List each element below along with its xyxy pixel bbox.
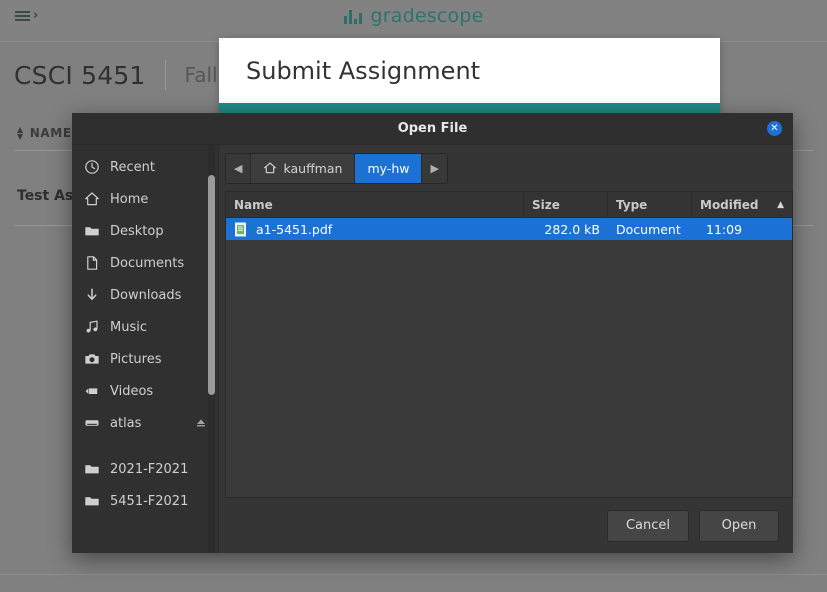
- sidebar-item-label: Music: [110, 319, 147, 335]
- screen: › gradescope CSCI 5451 Fall 202 ▲▼ NAME …: [0, 0, 827, 592]
- breadcrumb-label: my-hw: [367, 160, 410, 176]
- music-note-icon: [84, 319, 100, 335]
- header-divider: [164, 60, 166, 90]
- column-label: Type: [616, 197, 648, 212]
- table-row[interactable]: a1-5451.pdf 282.0 kB Document 11:09: [226, 218, 792, 240]
- camera-icon: [84, 351, 100, 367]
- breadcrumb-my-hw[interactable]: my-hw: [355, 153, 423, 183]
- file-name-cell: a1-5451.pdf: [226, 222, 524, 237]
- document-icon: [84, 255, 100, 271]
- triangle-right-icon[interactable]: ▶: [422, 153, 447, 183]
- sidebar-item-label: Desktop: [110, 223, 164, 239]
- sidebar-item-label: 5451-F2021: [110, 493, 189, 509]
- sidebar-item-5451-f2021[interactable]: 5451-F2021: [72, 485, 218, 517]
- file-list-rows: a1-5451.pdf 282.0 kB Document 11:09: [226, 218, 792, 497]
- dialog-action-bar: Cancel Open: [219, 498, 793, 553]
- sidebar-item-label: atlas: [110, 415, 142, 431]
- page-bottom-rule: [0, 574, 827, 575]
- folder-icon: [84, 493, 100, 509]
- download-arrow-icon: [84, 287, 100, 303]
- open-button[interactable]: Open: [699, 509, 779, 542]
- pathbar: ◀ kauffman my-hw ▶: [225, 152, 448, 184]
- drive-icon: [84, 415, 100, 431]
- sidebar-item-downloads[interactable]: Downloads: [72, 279, 218, 311]
- sidebar-item-label: Downloads: [110, 287, 182, 303]
- assignment-row-label[interactable]: Test As: [17, 188, 73, 204]
- sidebar-item-label: Videos: [110, 383, 154, 399]
- assignments-column-header[interactable]: ▲ ▼ NAME: [17, 124, 72, 141]
- home-icon: [263, 161, 277, 175]
- close-circle-icon[interactable]: ✕: [767, 121, 782, 136]
- sort-updown-icon: ▲ ▼: [17, 124, 24, 141]
- pathbar-container: ◀ kauffman my-hw ▶: [219, 145, 793, 191]
- modal-title: Submit Assignment: [246, 56, 481, 85]
- breadcrumb-label: kauffman: [283, 160, 343, 176]
- course-code: CSCI 5451: [14, 60, 146, 90]
- triangle-left-icon[interactable]: ◀: [226, 153, 252, 183]
- column-label: Size: [532, 197, 560, 212]
- open-file-dialog: Open File ✕ Recent Home Desktop Document…: [72, 113, 793, 553]
- places-sidebar: Recent Home Desktop Documents Downloads …: [72, 145, 218, 553]
- sidebar-item-pictures[interactable]: Pictures: [72, 343, 218, 375]
- sidebar-scrollbar-thumb[interactable]: [208, 175, 215, 395]
- dialog-title: Open File: [397, 121, 468, 136]
- brand-name: gradescope: [370, 5, 484, 27]
- video-camera-icon: [84, 383, 100, 399]
- folder-icon: [84, 461, 100, 477]
- sidebar-item-videos[interactable]: Videos: [72, 375, 218, 407]
- bar-chart-logo-icon: [343, 8, 362, 24]
- sidebar-item-label: Recent: [110, 159, 155, 175]
- sidebar-item-music[interactable]: Music: [72, 311, 218, 343]
- sidebar-item-label: Pictures: [110, 351, 162, 367]
- sidebar-item-label: Home: [110, 191, 149, 207]
- home-icon: [84, 191, 100, 207]
- sidebar-item-label: Documents: [110, 255, 185, 271]
- sidebar-item-recent[interactable]: Recent: [72, 151, 218, 183]
- file-name-label: a1-5451.pdf: [256, 221, 333, 237]
- dialog-main-pane: ◀ kauffman my-hw ▶ Name Size Type Modifi…: [218, 145, 793, 553]
- column-header-type[interactable]: Type: [608, 192, 692, 217]
- cancel-button[interactable]: Cancel: [606, 509, 689, 542]
- column-header-name: NAME: [29, 126, 72, 140]
- file-list: Name Size Type Modified ▲ a1-5451.pdf 28…: [225, 191, 793, 498]
- column-label: Modified: [700, 197, 759, 212]
- column-label: Name: [234, 197, 273, 212]
- sidebar-item-label: 2021-F2021: [110, 461, 189, 477]
- pdf-file-icon: [234, 222, 248, 237]
- sidebar-item-documents[interactable]: Documents: [72, 247, 218, 279]
- sidebar-item-home[interactable]: Home: [72, 183, 218, 215]
- dialog-body: Recent Home Desktop Documents Downloads …: [72, 145, 793, 553]
- file-modified-cell: 11:09: [706, 221, 743, 237]
- folder-icon: [84, 223, 100, 239]
- site-navbar: › gradescope: [0, 0, 827, 42]
- breadcrumb-kauffman[interactable]: kauffman: [251, 153, 356, 183]
- clock-icon: [84, 159, 100, 175]
- dialog-titlebar[interactable]: Open File ✕: [72, 113, 793, 145]
- column-header-size[interactable]: Size: [524, 192, 608, 217]
- file-type-cell: Document: [616, 221, 681, 237]
- column-header-modified[interactable]: Modified ▲: [692, 192, 792, 217]
- modal-header: Submit Assignment: [219, 38, 720, 103]
- sidebar-separator: [72, 439, 218, 453]
- file-size-cell: 282.0 kB: [544, 221, 600, 237]
- brand[interactable]: gradescope: [0, 5, 827, 27]
- triangle-up-icon: ▲: [777, 199, 784, 210]
- eject-icon[interactable]: [194, 416, 208, 430]
- column-header-name[interactable]: Name: [226, 192, 524, 217]
- sidebar-item-atlas[interactable]: atlas: [72, 407, 218, 439]
- sidebar-item-desktop[interactable]: Desktop: [72, 215, 218, 247]
- file-list-header: Name Size Type Modified ▲: [226, 192, 792, 218]
- sidebar-item-2021-f2021[interactable]: 2021-F2021: [72, 453, 218, 485]
